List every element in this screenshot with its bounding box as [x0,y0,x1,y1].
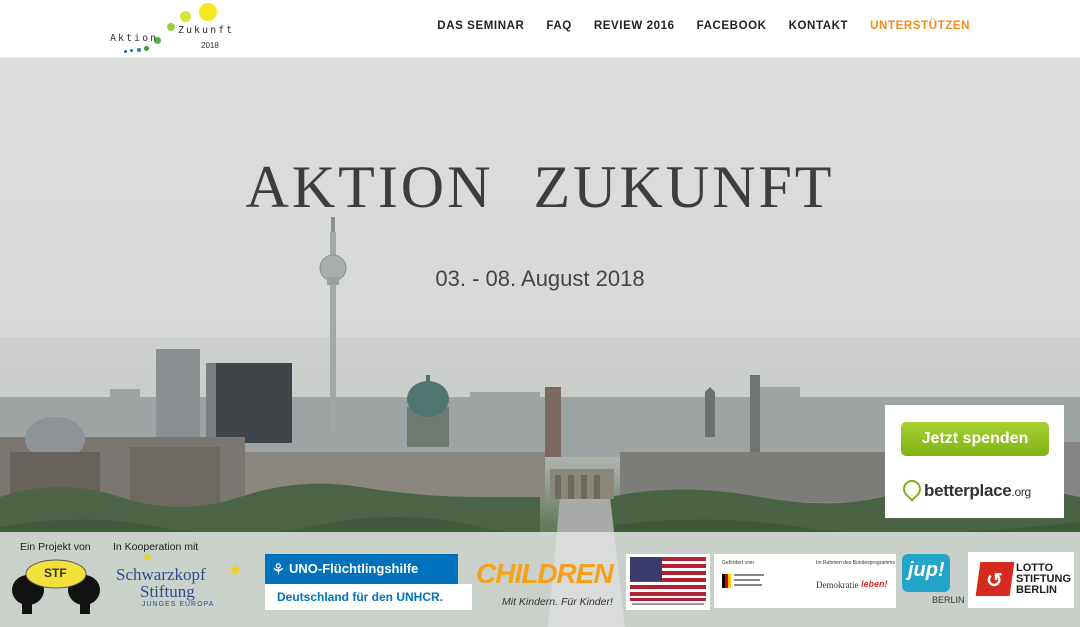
logo-dot [124,50,127,53]
sponsor-bar: Ein Projekt von In Kooperation mit STF S… [0,532,1080,627]
betterplace-suffix: .org [1011,485,1031,499]
demokratie-text: Demokratie [816,580,859,590]
stf-logo[interactable]: STF [6,556,106,616]
logo-dot [180,11,191,22]
logo-dot [137,48,141,52]
star-icon: ★ [142,550,153,564]
logo-dot [130,49,133,52]
logo-word-aktion: Aktion [110,33,159,44]
unhcr-line1: UNO-Flüchtlingshilfe [289,561,419,576]
jup-berlin-logo[interactable]: jup! BERLIN [902,552,965,608]
children-tagline: Mit Kindern. Für Kinder! [502,596,613,608]
stf-text: STF [44,566,67,580]
logo-dot [167,23,175,31]
bmfsfj-caption: Gefördert vom [722,560,754,566]
ministry-text-line [734,584,762,586]
label-in-kooperation-mit: In Kooperation mit [113,541,199,553]
us-embassy-logo[interactable] [626,554,710,610]
logo-dot [199,3,217,21]
jup-wordmark: jup! [908,559,945,581]
nav-item-das-seminar[interactable]: DAS SEMINAR [437,20,524,32]
site-header: Aktion Zukunft 2018 DAS SEMINAR FAQ REVI… [0,0,1080,58]
lotto-line3: BERLIN [1016,584,1057,596]
nav-item-facebook[interactable]: FACEBOOK [697,20,767,32]
jup-city: BERLIN [932,595,965,605]
event-date: 03. - 08. August 2018 [435,266,645,291]
donation-widget: Jetzt spenden betterplace.org [885,405,1064,518]
ministry-text-line [734,579,760,581]
logo-dot [144,46,149,51]
aktion-zukunft-logo[interactable]: Aktion Zukunft 2018 [104,0,234,57]
schwarzkopf-stiftung-logo[interactable]: Schwarzkopf Stiftung JUNGES EUROPA ★ ★ [112,550,257,616]
betterplace-logo[interactable]: betterplace.org [899,476,1031,502]
label-ein-projekt-von: Ein Projekt von [20,541,91,553]
nav-item-review-2016[interactable]: REVIEW 2016 [594,20,675,32]
schwarzkopf-line3: JUNGES EUROPA [142,601,215,608]
children-wordmark: CHILDREN [476,558,614,589]
nav-item-faq[interactable]: FAQ [546,20,571,32]
bundesprogramm-caption: Im Rahmen des Bundesprogramms [816,560,895,566]
schwarzkopf-line2: Stiftung [140,582,195,601]
bmfsfj-demokratie-leben-logo[interactable]: Gefördert vom Im Rahmen des Bundesprogra… [714,554,896,608]
main-nav: DAS SEMINAR FAQ REVIEW 2016 FACEBOOK KON… [437,20,970,32]
star-icon: ★ [228,562,243,579]
uno-fluechtlingshilfe-logo[interactable]: ⚘ UNO-Flüchtlingshilfe Deutschland für d… [265,554,472,610]
stf-heads-icon [12,559,100,614]
us-flag-icon [630,557,706,601]
hero-title: AKTION ZUKUNFT [245,154,835,220]
nav-item-unterstuetzen[interactable]: UNTERSTÜTZEN [870,20,970,32]
nav-item-kontakt[interactable]: KONTAKT [789,20,849,32]
lotto-emblem-glyph: ↺ [986,570,1003,592]
lotto-stiftung-berlin-logo[interactable]: ↺ LOTTO STIFTUNG BERLIN [968,552,1074,608]
embassy-caption-line [632,603,704,605]
children-logo[interactable]: CHILDREN Mit Kindern. Für Kinder! [476,558,626,618]
german-flag-gold [728,574,731,588]
unhcr-emblem-icon: ⚘ [271,562,286,579]
ministry-text-line [734,574,764,576]
donate-button[interactable]: Jetzt spenden [901,422,1049,456]
logo-word-zukunft: Zukunft [178,25,235,36]
location-pin-icon [899,476,925,502]
unhcr-line2: Deutschland für den UNHCR. [277,590,444,604]
logo-year: 2018 [201,41,219,50]
leben-text: leben! [861,579,888,589]
betterplace-name: betterplace [924,481,1012,500]
